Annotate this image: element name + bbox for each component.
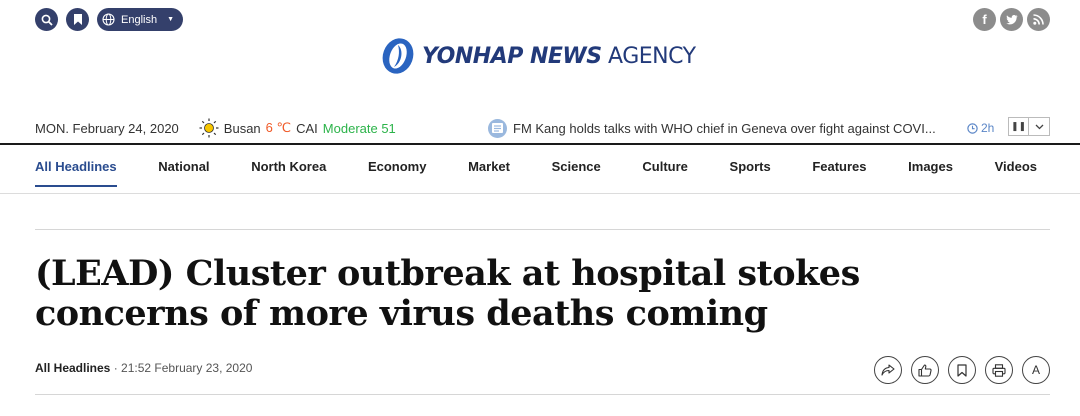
expand-ticker-button[interactable] bbox=[1029, 117, 1050, 136]
article-headline: (LEAD) Cluster outbreak at hospital stok… bbox=[35, 253, 860, 334]
meta-divider bbox=[35, 394, 1050, 395]
top-utility-bar: English ▼ bbox=[35, 8, 184, 31]
bookmark-article-button[interactable] bbox=[948, 356, 976, 384]
bookmark-button[interactable] bbox=[66, 8, 89, 31]
ticker-headline: FM Kang holds talks with WHO chief in Ge… bbox=[513, 120, 936, 136]
bookmark-icon bbox=[73, 14, 82, 25]
pause-button[interactable]: ❚❚ bbox=[1008, 117, 1029, 136]
search-button[interactable] bbox=[35, 8, 58, 31]
caret-down-icon: ▼ bbox=[167, 16, 175, 23]
nav-videos[interactable]: Videos bbox=[995, 159, 1037, 187]
cai-label: CAI bbox=[296, 120, 318, 136]
nav-economy[interactable]: Economy bbox=[368, 159, 427, 187]
print-icon bbox=[992, 363, 1006, 377]
article-meta: All Headlines · 21:52 February 23, 2020 bbox=[35, 361, 252, 375]
nav-culture[interactable]: Culture bbox=[642, 159, 688, 187]
facebook-icon[interactable]: f bbox=[973, 8, 996, 31]
nav-divider bbox=[0, 193, 1080, 194]
globe-icon bbox=[102, 13, 115, 26]
logo-wordmark-light: AGENCY bbox=[608, 43, 696, 69]
cai-value: Moderate 51 bbox=[322, 120, 396, 136]
rss-icon[interactable] bbox=[1027, 8, 1050, 31]
news-list-icon bbox=[488, 118, 507, 138]
time-ago-label: 2h bbox=[981, 121, 995, 135]
ticker-controls: ❚❚ bbox=[1008, 117, 1050, 136]
sun-icon bbox=[199, 118, 219, 138]
language-label: English bbox=[121, 13, 158, 26]
current-date: MON. February 24, 2020 bbox=[35, 120, 179, 136]
news-ticker[interactable]: FM Kang holds talks with WHO chief in Ge… bbox=[488, 118, 936, 138]
twitter-icon[interactable] bbox=[1000, 8, 1023, 31]
ticker-time: 2h bbox=[967, 121, 994, 135]
meta-separator: · bbox=[110, 361, 122, 375]
bookmark-icon bbox=[957, 363, 967, 377]
nav-all-headlines[interactable]: All Headlines bbox=[35, 159, 117, 187]
nav-north-korea[interactable]: North Korea bbox=[251, 159, 326, 187]
article-category[interactable]: All Headlines bbox=[35, 361, 110, 375]
nav-market[interactable]: Market bbox=[468, 159, 510, 187]
print-button[interactable] bbox=[985, 356, 1013, 384]
clock-icon bbox=[967, 122, 978, 134]
logo-wordmark-bold: YONHAP NEWS bbox=[422, 43, 602, 69]
font-size-label: A bbox=[1031, 363, 1040, 377]
chevron-down-icon bbox=[1035, 124, 1043, 129]
nav-science[interactable]: Science bbox=[552, 159, 601, 187]
article-timestamp: 21:52 February 23, 2020 bbox=[121, 361, 253, 375]
like-button[interactable] bbox=[911, 356, 939, 384]
nav-images[interactable]: Images bbox=[908, 159, 953, 187]
site-logo[interactable]: YONHAP NEWS AGENCY bbox=[380, 36, 696, 76]
weather-city: Busan bbox=[223, 120, 261, 136]
article-actions: A bbox=[874, 356, 1050, 384]
language-selector[interactable]: English ▼ bbox=[97, 8, 184, 31]
nav-sports[interactable]: Sports bbox=[730, 159, 771, 187]
nav-features[interactable]: Features bbox=[812, 159, 866, 187]
yonhap-logo-icon bbox=[382, 38, 414, 74]
main-nav: All Headlines National North Korea Econo… bbox=[35, 159, 1037, 187]
header-divider bbox=[0, 143, 1080, 145]
font-size-button[interactable]: A bbox=[1022, 356, 1050, 384]
share-icon bbox=[881, 363, 895, 376]
weather-temp: 6 ℃ bbox=[265, 120, 292, 135]
search-icon bbox=[41, 14, 53, 26]
info-bar: MON. February 24, 2020 Busan 6 ℃ CAI Mod… bbox=[35, 117, 1050, 139]
thumbs-up-icon bbox=[918, 363, 932, 377]
content-divider bbox=[35, 229, 1050, 230]
social-links: f bbox=[973, 8, 1050, 31]
share-button[interactable] bbox=[874, 356, 902, 384]
pause-icon: ❚❚ bbox=[1010, 121, 1027, 131]
weather-widget[interactable]: Busan 6 ℃ CAI Moderate 51 bbox=[199, 118, 396, 138]
nav-national[interactable]: National bbox=[158, 159, 209, 187]
